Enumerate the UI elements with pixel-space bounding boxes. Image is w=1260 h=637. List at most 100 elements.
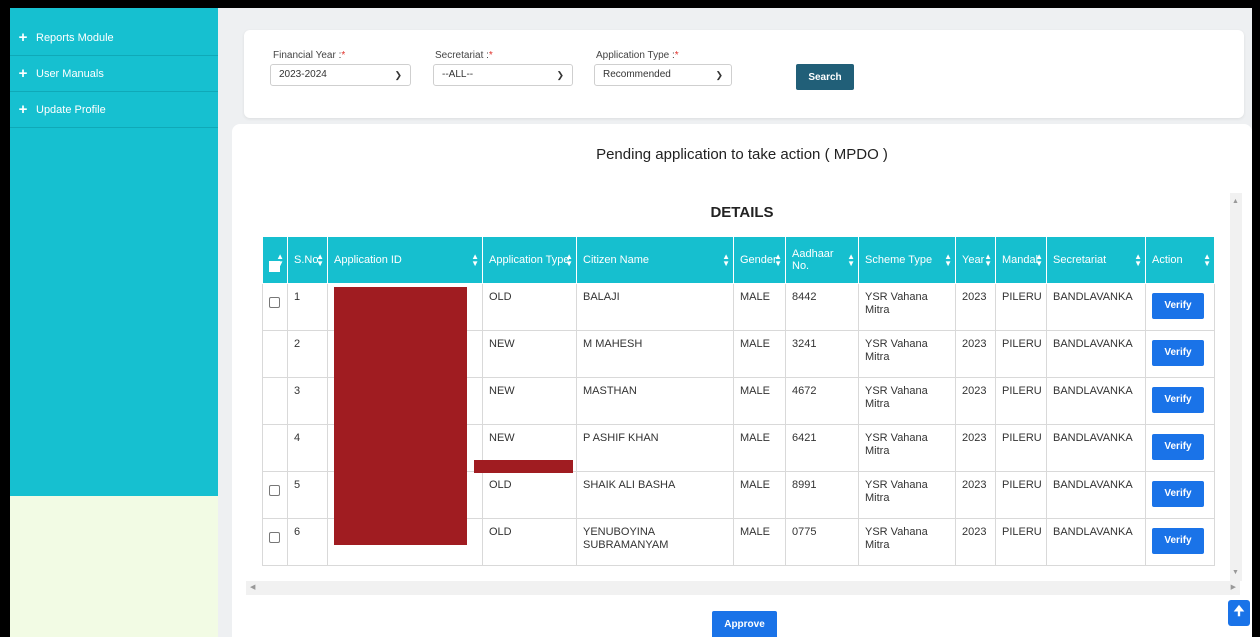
chevron-down-icon: ❯ xyxy=(715,70,723,80)
year-cell: 2023 xyxy=(955,377,996,425)
select-all-header[interactable]: ▲ ▼ xyxy=(262,236,288,284)
secretariat-cell: BANDLAVANKA xyxy=(1046,424,1146,472)
sort-icon: ▲ ▼ xyxy=(1134,252,1142,268)
mandal-cell: PILERU xyxy=(995,330,1047,378)
scheme-type-cell: YSR Vahana Mitra xyxy=(858,330,956,378)
secretariat-select[interactable]: --ALL-- ❯ xyxy=(433,64,573,86)
column-header-application-type[interactable]: Application Type ▲ ▼ xyxy=(482,236,577,284)
plus-icon: + xyxy=(18,29,28,46)
sort-icon: ▲ ▼ xyxy=(1035,252,1043,268)
sort-icon: ▲ ▼ xyxy=(1203,252,1211,268)
row-select-cell xyxy=(262,330,288,378)
action-cell: Verify xyxy=(1145,518,1215,566)
column-header-sno[interactable]: S.No ▲ ▼ xyxy=(287,236,328,284)
row-select-cell xyxy=(262,283,288,331)
column-header-mandal[interactable]: Mandal ▲ ▼ xyxy=(995,236,1047,284)
column-header-scheme-type[interactable]: Scheme Type ▲ ▼ xyxy=(858,236,956,284)
gender-cell: MALE xyxy=(733,283,786,331)
scroll-right-icon[interactable]: ▶ xyxy=(1231,583,1236,591)
gender-cell: MALE xyxy=(733,518,786,566)
page-title: Pending application to take action ( MPD… xyxy=(596,146,888,163)
application-type-cell: NEW xyxy=(482,330,577,378)
vertical-scrollbar[interactable]: ▲ ▼ xyxy=(1230,193,1242,581)
citizen-name-cell: MASTHAN xyxy=(576,377,734,425)
sort-icon: ▲ ▼ xyxy=(984,252,992,268)
application-type-select[interactable]: Recommended ❯ xyxy=(594,64,732,86)
gender-cell: MALE xyxy=(733,377,786,425)
application-type-cell: OLD xyxy=(482,518,577,566)
verify-button[interactable]: Verify xyxy=(1152,481,1204,507)
sort-icon: ▲ ▼ xyxy=(774,252,782,268)
window-frame-top xyxy=(0,0,1260,8)
gender-cell: MALE xyxy=(733,424,786,472)
secretariat-cell: BANDLAVANKA xyxy=(1046,377,1146,425)
secretariat-cell: BANDLAVANKA xyxy=(1046,471,1146,519)
aadhaar-cell: 6421 xyxy=(785,424,859,472)
sidebar-item-label: User Manuals xyxy=(36,67,104,80)
action-cell: Verify xyxy=(1145,377,1215,425)
gender-cell: MALE xyxy=(733,330,786,378)
horizontal-scrollbar[interactable]: ◀ ▶ xyxy=(246,581,1240,595)
window-frame-left xyxy=(0,0,10,637)
column-header-application-id[interactable]: Application ID ▲ ▼ xyxy=(327,236,483,284)
secretariat-cell: BANDLAVANKA xyxy=(1046,283,1146,331)
year-cell: 2023 xyxy=(955,424,996,472)
secretariat-cell: BANDLAVANKA xyxy=(1046,330,1146,378)
sort-icon: ▲ ▼ xyxy=(276,252,284,268)
scroll-down-icon[interactable]: ▼ xyxy=(1232,569,1239,576)
search-button[interactable]: Search xyxy=(796,64,854,90)
sno-cell: 2 xyxy=(287,330,328,378)
sno-cell: 4 xyxy=(287,424,328,472)
citizen-name-cell: M MAHESH xyxy=(576,330,734,378)
scroll-up-icon[interactable]: ▲ xyxy=(1232,198,1239,205)
column-header-year[interactable]: Year ▲ ▼ xyxy=(955,236,996,284)
row-checkbox[interactable] xyxy=(269,297,280,308)
aadhaar-cell: 3241 xyxy=(785,330,859,378)
aadhaar-cell: 8442 xyxy=(785,283,859,331)
column-header-gender[interactable]: Gender ▲ ▼ xyxy=(733,236,786,284)
column-header-aadhaar[interactable]: Aadhaar No. ▲ ▼ xyxy=(785,236,859,284)
sidebar-item-reports-module[interactable]: + Reports Module xyxy=(10,20,218,56)
table-header-row: ▲ ▼ S.No ▲ ▼ Application ID ▲ ▼ Application T… xyxy=(262,236,1215,284)
sort-icon: ▲ ▼ xyxy=(565,252,573,268)
scheme-type-cell: YSR Vahana Mitra xyxy=(858,283,956,331)
action-cell: Verify xyxy=(1145,424,1215,472)
column-header-secretariat[interactable]: Secretariat ▲ ▼ xyxy=(1046,236,1146,284)
chevron-down-icon: ❯ xyxy=(394,70,402,80)
plus-icon: + xyxy=(18,101,28,118)
verify-button[interactable]: Verify xyxy=(1152,293,1204,319)
arrow-up-icon: 🠉 xyxy=(1233,603,1245,618)
verify-button[interactable]: Verify xyxy=(1152,340,1204,366)
column-header-action[interactable]: Action ▲ ▼ xyxy=(1145,236,1215,284)
application-type-cell: NEW xyxy=(482,377,577,425)
mandal-cell: PILERU xyxy=(995,424,1047,472)
sidebar-item-update-profile[interactable]: + Update Profile xyxy=(10,92,218,128)
financial-year-select[interactable]: 2023-2024 ❯ xyxy=(270,64,411,86)
application-type-cell: OLD xyxy=(482,283,577,331)
verify-button[interactable]: Verify xyxy=(1152,528,1204,554)
row-checkbox[interactable] xyxy=(269,485,280,496)
redaction-block xyxy=(334,287,467,545)
sidebar-item-user-manuals[interactable]: + User Manuals xyxy=(10,56,218,92)
citizen-name-cell: BALAJI xyxy=(576,283,734,331)
sidebar-lower-area xyxy=(10,496,218,637)
action-cell: Verify xyxy=(1145,471,1215,519)
verify-button[interactable]: Verify xyxy=(1152,434,1204,460)
secretariat-cell: BANDLAVANKA xyxy=(1046,518,1146,566)
column-header-citizen-name[interactable]: Citizen Name ▲ ▼ xyxy=(576,236,734,284)
row-checkbox[interactable] xyxy=(269,532,280,543)
sort-icon: ▲ ▼ xyxy=(471,252,479,268)
aadhaar-cell: 0775 xyxy=(785,518,859,566)
aadhaar-cell: 8991 xyxy=(785,471,859,519)
redaction-block xyxy=(474,460,573,473)
sno-cell: 1 xyxy=(287,283,328,331)
row-select-cell xyxy=(262,471,288,519)
approve-button[interactable]: Approve xyxy=(712,611,777,637)
application-type-label: Application Type :* xyxy=(596,50,679,61)
scroll-left-icon[interactable]: ◀ xyxy=(250,583,255,591)
year-cell: 2023 xyxy=(955,518,996,566)
mandal-cell: PILERU xyxy=(995,377,1047,425)
verify-button[interactable]: Verify xyxy=(1152,387,1204,413)
mandal-cell: PILERU xyxy=(995,283,1047,331)
scroll-to-top-button[interactable]: 🠉 xyxy=(1228,600,1250,626)
